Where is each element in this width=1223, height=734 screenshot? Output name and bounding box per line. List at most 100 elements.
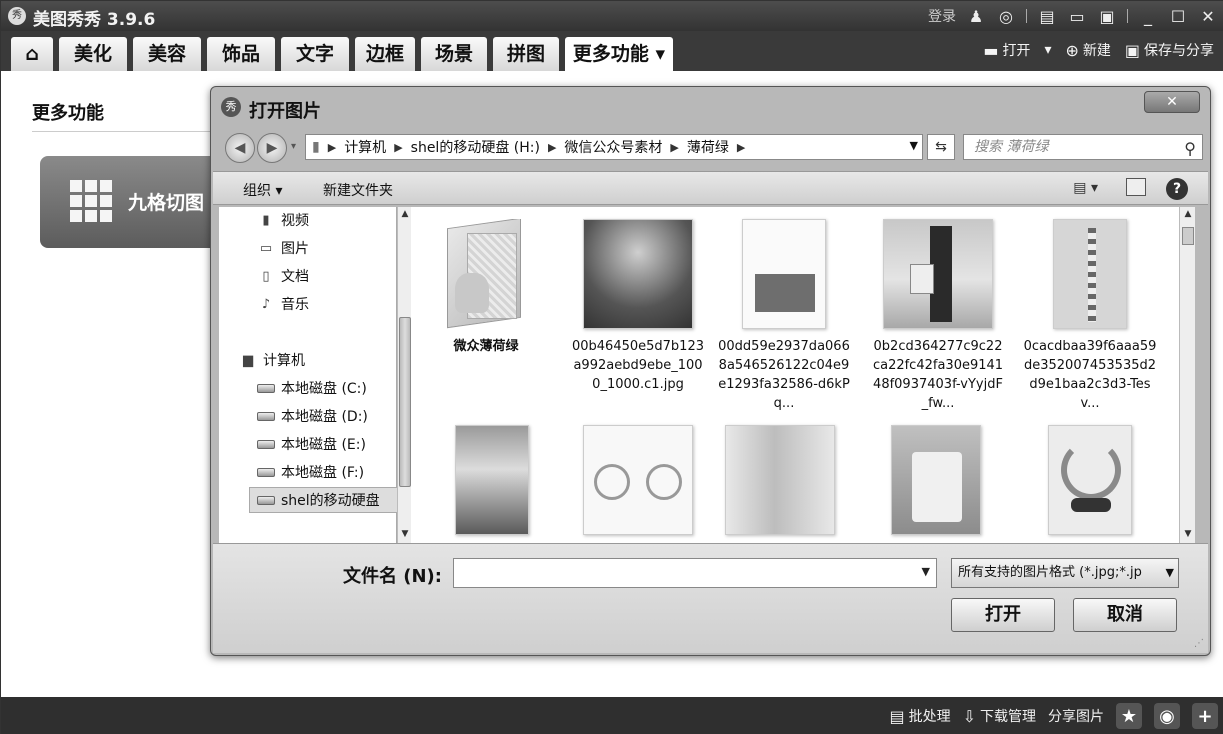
nav-item-drive-h[interactable]: shel的移动硬盘 — [257, 487, 380, 513]
nav-item-documents[interactable]: ▯ 文档 — [257, 263, 309, 289]
nav-item-music[interactable]: ♪ 音乐 — [257, 291, 309, 317]
breadcrumb-current[interactable]: 薄荷绿 — [687, 137, 729, 157]
music-icon: ♪ — [261, 296, 271, 312]
open-action[interactable]: ▬ 打开 ▾ — [983, 40, 1051, 60]
maximize-icon[interactable]: ☐ — [1168, 6, 1188, 26]
scroll-up-icon[interactable]: ▲ — [1180, 209, 1196, 219]
more-share-icon[interactable]: + — [1192, 703, 1218, 729]
file-item-image[interactable]: 0b2cd364277c9c22ca22fc42fa30e914148f0937… — [871, 219, 1005, 413]
back-button[interactable]: ◀ — [225, 133, 255, 163]
tab-accessories[interactable]: 饰品 — [207, 37, 275, 71]
qzone-share-icon[interactable]: ★ — [1116, 703, 1142, 729]
address-bar[interactable]: ▮ ▶ 计算机 ▶ shel的移动硬盘 (H:) ▶ 微信公众号素材 ▶ 薄荷绿… — [305, 134, 923, 160]
chevron-down-icon[interactable]: ▼ — [922, 565, 930, 578]
video-icon: ▮ — [262, 212, 270, 228]
resize-grip-icon[interactable]: ⋰ — [1194, 638, 1204, 649]
chevron-right-icon[interactable]: ▶ — [328, 141, 336, 154]
close-icon: ✕ — [1166, 94, 1178, 110]
save-share-label: 保存与分享 — [1144, 43, 1214, 59]
weibo-icon[interactable]: ◎ — [996, 6, 1016, 26]
file-item-image[interactable] — [713, 425, 847, 543]
recent-locations-icon[interactable]: ▾ — [291, 141, 296, 152]
file-list-scrollbar[interactable]: ▲ ▼ — [1179, 207, 1195, 543]
nav-item-drive-f[interactable]: 本地磁盘 (F:) — [257, 459, 364, 485]
organize-menu[interactable]: 组织 ▾ — [243, 180, 282, 200]
qq-icon[interactable]: ♟ — [966, 6, 986, 26]
file-type-select[interactable]: 所有支持的图片格式 (*.jpg;*.jp ▼ — [951, 558, 1179, 588]
search-input[interactable]: 搜索 薄荷绿 ⚲ — [963, 134, 1203, 160]
tab-beautify[interactable]: 美化 — [59, 37, 127, 71]
new-folder-button[interactable]: 新建文件夹 — [323, 180, 393, 200]
dialog-toolbar: 组织 ▾ 新建文件夹 ▤ ▾ ? — [213, 171, 1208, 205]
new-action[interactable]: ⊕ 新建 — [1065, 40, 1110, 60]
address-dropdown-icon[interactable]: ▼ — [910, 139, 918, 152]
refresh-button[interactable]: ⇆ — [927, 134, 955, 160]
file-item-image[interactable] — [1023, 425, 1157, 543]
save-share-action[interactable]: ▣ 保存与分享 — [1125, 40, 1214, 60]
breadcrumb-folder[interactable]: 微信公众号素材 — [564, 137, 662, 157]
nav-item-drive-d[interactable]: 本地磁盘 (D:) — [257, 403, 368, 429]
nav-item-pictures[interactable]: ▭ 图片 — [257, 235, 309, 261]
file-item-image[interactable]: 0cacdbaa39f6aaa59de352007453535d2d9e1baa… — [1023, 219, 1157, 413]
nav-item-videos[interactable]: ▮ 视频 — [257, 207, 309, 233]
chevron-right-icon[interactable]: ▶ — [394, 141, 402, 154]
view-options-icon[interactable]: ▤ ▾ — [1073, 180, 1098, 196]
skin-icon[interactable]: ▤ — [1037, 6, 1057, 26]
chevron-right-icon[interactable]: ▶ — [737, 141, 745, 154]
chevron-right-icon[interactable]: ▶ — [548, 141, 556, 154]
dialog-logo-icon: 秀 — [221, 97, 241, 117]
menu-icon[interactable]: ▣ — [1097, 6, 1117, 26]
folder-icon: ▬ — [983, 40, 999, 60]
nav-scrollbar[interactable]: ▲ ▼ — [397, 207, 411, 543]
file-item-image[interactable] — [571, 425, 705, 543]
scroll-thumb[interactable] — [1182, 227, 1194, 245]
download-action[interactable]: ⇩ 下载管理 — [963, 706, 1036, 726]
help-icon[interactable]: ? — [1166, 178, 1188, 200]
nav-item-drive-c[interactable]: 本地磁盘 (C:) — [257, 375, 367, 401]
filename-input[interactable]: ▼ — [453, 558, 937, 588]
close-icon[interactable]: ✕ — [1198, 6, 1218, 26]
tab-more-features[interactable]: 更多功能 ▾ — [565, 37, 673, 71]
file-item-image[interactable]: 00dd59e2937da0668a546526122c04e9e1293fa3… — [717, 219, 851, 413]
back-arrow-icon: ◀ — [234, 140, 246, 156]
tab-frame[interactable]: 边框 — [355, 37, 415, 71]
scroll-thumb[interactable] — [399, 317, 411, 487]
tab-home[interactable]: ⌂ — [11, 37, 53, 71]
batch-action[interactable]: ▤ 批处理 — [889, 706, 950, 726]
title-bar: 秀 美图秀秀 3.9.6 登录 ♟ ◎ ▤ ▭ ▣ _ ☐ ✕ — [1, 1, 1223, 31]
status-actions: ▤ 批处理 ⇩ 下载管理 分享图片 ★ ◉ + — [889, 703, 1218, 729]
file-item-image[interactable] — [425, 425, 559, 543]
file-item-image[interactable] — [869, 425, 1003, 543]
tab-text[interactable]: 文字 — [281, 37, 349, 71]
scroll-down-icon[interactable]: ▼ — [398, 529, 412, 539]
chevron-down-icon[interactable]: ▾ — [1044, 42, 1051, 58]
nav-item-drive-e[interactable]: 本地磁盘 (E:) — [257, 431, 366, 457]
image-thumbnail — [583, 219, 693, 329]
chevron-right-icon[interactable]: ▶ — [670, 141, 678, 154]
weibo-share-icon[interactable]: ◉ — [1154, 703, 1180, 729]
tab-scene[interactable]: 场景 — [421, 37, 487, 71]
breadcrumb-drive[interactable]: shel的移动硬盘 (H:) — [411, 137, 540, 157]
login-link[interactable]: 登录 — [928, 6, 956, 26]
scroll-down-icon[interactable]: ▼ — [1180, 529, 1196, 539]
scroll-up-icon[interactable]: ▲ — [398, 209, 412, 219]
preview-pane-icon[interactable] — [1126, 178, 1146, 196]
nav-item-computer[interactable]: ▆ 计算机 — [239, 347, 305, 373]
file-type-value: 所有支持的图片格式 (*.jpg;*.jp — [958, 565, 1142, 580]
dialog-close-button[interactable]: ✕ — [1144, 91, 1200, 113]
forward-button[interactable]: ▶ — [257, 133, 287, 163]
nine-grid-label: 九格切图 — [128, 192, 205, 214]
computer-icon: ▆ — [243, 352, 253, 368]
nav-label: 本地磁盘 (F:) — [281, 465, 365, 481]
file-item-folder[interactable]: 微众薄荷绿 — [419, 219, 553, 356]
breadcrumb-computer[interactable]: 计算机 — [344, 137, 386, 157]
cancel-button[interactable]: 取消 — [1073, 598, 1177, 632]
minimize-icon[interactable]: _ — [1138, 6, 1158, 26]
feedback-icon[interactable]: ▭ — [1067, 6, 1087, 26]
tab-collage[interactable]: 拼图 — [493, 37, 559, 71]
open-button[interactable]: 打开 — [951, 598, 1055, 632]
file-item-image[interactable]: 00b46450e5d7b123a992aebd9ebe_1000_1000.c… — [571, 219, 705, 394]
search-icon[interactable]: ⚲ — [1184, 137, 1196, 161]
tab-beauty[interactable]: 美容 — [133, 37, 201, 71]
chevron-down-icon[interactable]: ▼ — [1166, 559, 1174, 587]
